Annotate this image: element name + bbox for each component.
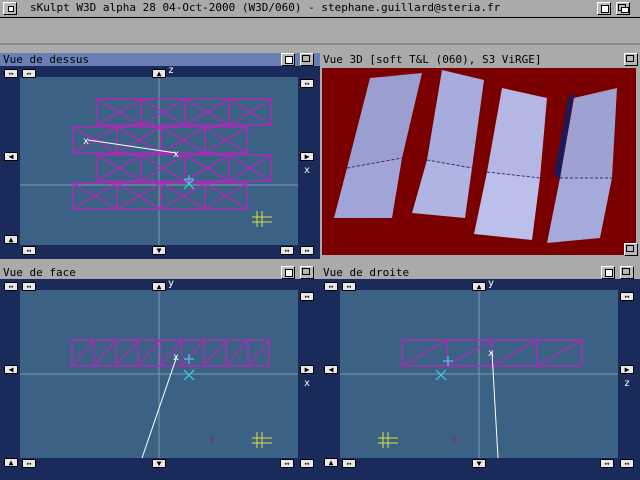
zoom-gadget-icon[interactable] xyxy=(281,53,295,66)
svg-text:c: c xyxy=(210,435,215,445)
resize-gadget-icon[interactable]: ↔ xyxy=(300,246,314,255)
zoom-gadget-icon[interactable] xyxy=(601,266,615,279)
scroll-right-button[interactable]: ↔ xyxy=(620,292,634,301)
zoom-gadget-icon[interactable] xyxy=(597,2,611,15)
scroll-left-button[interactable]: ◀ xyxy=(4,365,18,374)
right-view-mesh: x c xyxy=(340,290,618,458)
window-top-view[interactable]: Vue de dessus x x ↔ ↔ ▲ z ↔ ◀ ▶ x ▲ ↔ ▼ … xyxy=(0,53,320,259)
render-3d xyxy=(334,70,617,243)
zoom-button[interactable]: ↔ xyxy=(22,282,36,291)
svg-text:x: x xyxy=(83,136,89,147)
axis-label-vertical: z xyxy=(168,65,175,76)
window-title: Vue de face xyxy=(3,266,76,279)
scroll-left-button[interactable]: ◀ xyxy=(4,152,18,161)
depth-gadget-icon[interactable] xyxy=(616,2,630,15)
window-title: Vue de droite xyxy=(323,266,410,279)
scroll-up-button[interactable]: ▲ xyxy=(324,458,338,467)
resize-gadget-icon[interactable] xyxy=(624,243,638,256)
scroll-up-button[interactable]: ▲ xyxy=(472,282,486,291)
axis-label-vertical: y xyxy=(168,278,175,289)
scroll-right-button[interactable]: ↔ xyxy=(280,246,294,255)
scroll-left-button[interactable]: ↔ xyxy=(4,282,18,291)
scroll-right-button[interactable]: ↔ xyxy=(280,459,294,468)
scroll-right-button[interactable]: ▶ xyxy=(300,365,314,374)
svg-text:x: x xyxy=(173,352,179,363)
viewport-3d[interactable] xyxy=(322,68,636,255)
viewport-front[interactable]: x c xyxy=(20,290,298,458)
axis-label-horizontal: z xyxy=(624,378,631,389)
scroll-right-button[interactable]: ▶ xyxy=(300,152,314,161)
depth-gadget-icon[interactable] xyxy=(620,266,634,279)
scroll-up-button[interactable]: ▲ xyxy=(152,69,166,78)
svg-text:x: x xyxy=(488,348,494,359)
zoom-gadget-icon[interactable] xyxy=(281,266,295,279)
window-3d-view[interactable]: Vue 3D [soft T&L (060), S3 ViRGE] xyxy=(320,53,640,259)
resize-gadget-icon[interactable]: ↔ xyxy=(620,459,634,468)
scroll-left-button[interactable]: ◀ xyxy=(324,365,338,374)
scroll-up-button[interactable]: ▲ xyxy=(4,458,18,467)
depth-gadget-icon[interactable] xyxy=(624,53,638,66)
scroll-left-button[interactable]: ↔ xyxy=(22,246,36,255)
scroll-right-button[interactable]: ↔ xyxy=(600,459,614,468)
window-title: Vue de dessus xyxy=(3,53,90,66)
viewport-top[interactable]: x x xyxy=(20,77,298,245)
window-front-view[interactable]: Vue de face x c ↔ ↔ ▲ y ↔ ◀ ▶ x ▲ ↔ ▼ ↔ … xyxy=(0,266,320,480)
window-right-view[interactable]: Vue de droite x c ↔ ↔ ▲ y ↔ ◀ ▶ z ▲ ↔ ▼ … xyxy=(320,266,640,480)
depth-gadget-icon[interactable] xyxy=(300,53,314,66)
top-view-mesh: x x xyxy=(20,77,298,245)
axis-label-horizontal: x xyxy=(304,378,311,389)
window-title-bar[interactable]: Vue 3D [soft T&L (060), S3 ViRGE] xyxy=(320,53,640,66)
scroll-up-button[interactable]: ▲ xyxy=(152,282,166,291)
svg-text:x: x xyxy=(173,149,179,160)
scroll-up-button[interactable]: ▲ xyxy=(4,235,18,244)
close-gadget-icon[interactable] xyxy=(3,2,17,15)
viewport-right[interactable]: x c xyxy=(340,290,618,458)
window-title-bar[interactable]: Vue de face xyxy=(0,266,320,279)
zoom-button[interactable]: ↔ xyxy=(342,282,356,291)
screen-title-bar: sKulpt W3D alpha 28 04-Oct-2000 (W3D/060… xyxy=(0,0,640,18)
axis-label-horizontal: x xyxy=(304,165,311,176)
scroll-down-button[interactable]: ▼ xyxy=(152,459,166,468)
scroll-down-button[interactable]: ▼ xyxy=(152,246,166,255)
scroll-left-button[interactable]: ↔ xyxy=(342,459,356,468)
window-title-bar[interactable]: Vue de dessus xyxy=(0,53,320,66)
depth-gadget-icon[interactable] xyxy=(300,266,314,279)
resize-gadget-icon[interactable]: ↔ xyxy=(300,459,314,468)
scroll-right-button[interactable]: ▶ xyxy=(620,365,634,374)
scroll-right-button[interactable]: ↔ xyxy=(300,79,314,88)
app-title: sKulpt W3D alpha 28 04-Oct-2000 (W3D/060… xyxy=(30,1,501,14)
menu-strip xyxy=(0,19,640,45)
window-title: Vue 3D [soft T&L (060), S3 ViRGE] xyxy=(323,53,542,66)
zoom-button[interactable]: ↔ xyxy=(22,69,36,78)
scroll-down-button[interactable]: ▼ xyxy=(472,459,486,468)
scroll-right-button[interactable]: ↔ xyxy=(300,292,314,301)
scroll-left-button[interactable]: ↔ xyxy=(324,282,338,291)
scroll-left-button[interactable]: ↔ xyxy=(22,459,36,468)
scroll-left-button[interactable]: ↔ xyxy=(4,69,18,78)
window-title-bar[interactable]: Vue de droite xyxy=(320,266,640,279)
axis-label-vertical: y xyxy=(488,278,495,289)
front-view-mesh: x c xyxy=(20,290,298,458)
svg-text:c: c xyxy=(452,435,457,445)
